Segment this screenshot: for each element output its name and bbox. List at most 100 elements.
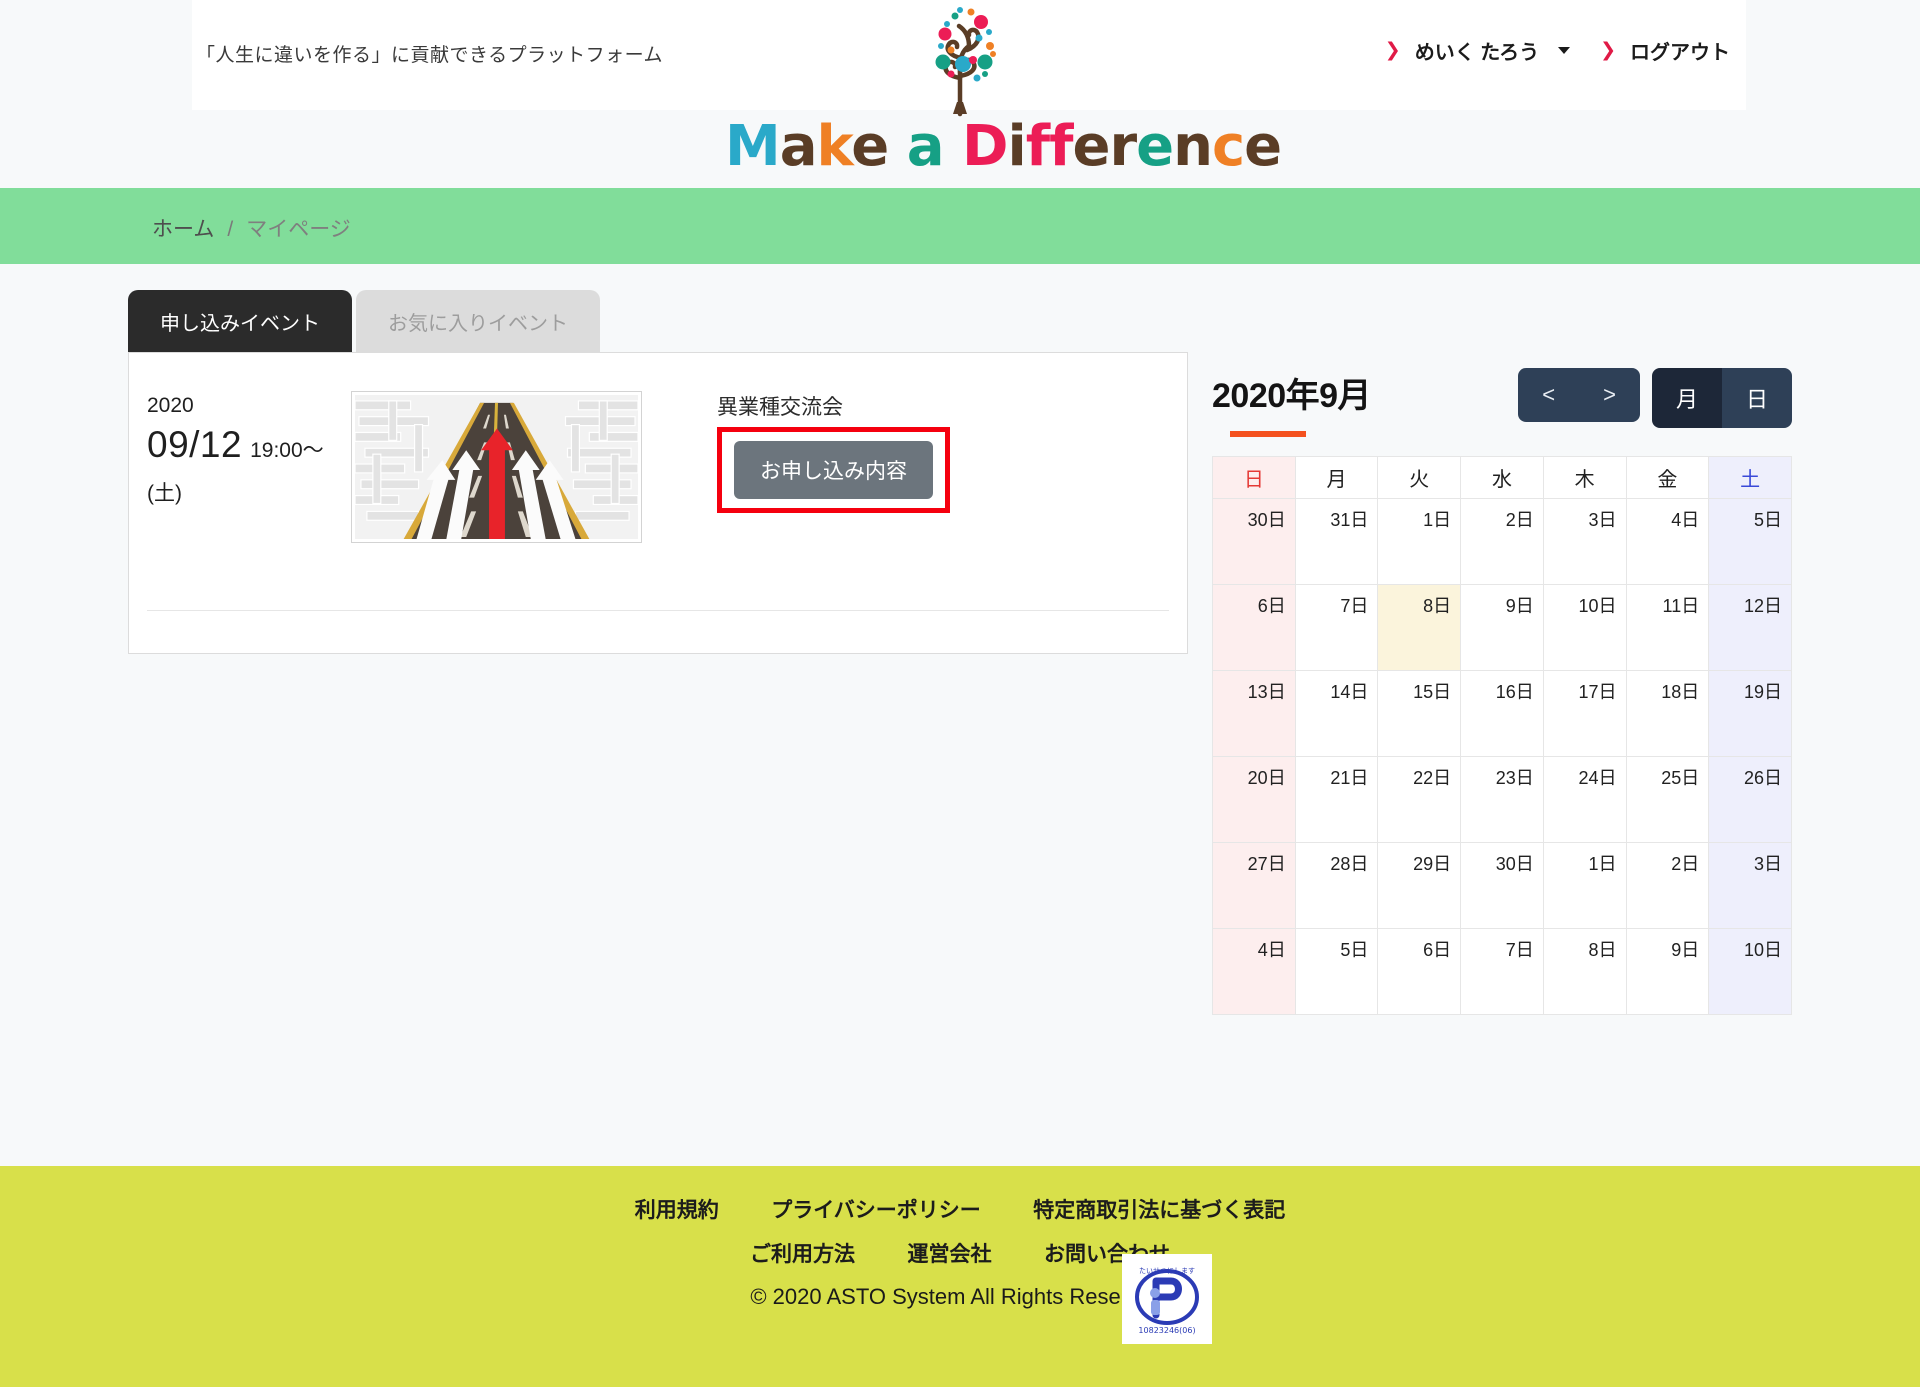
tree-logo-icon [935, 7, 996, 117]
calendar-prev-button[interactable]: < [1518, 368, 1579, 422]
event-list-item: 2020 09/12 19:00〜 (土) 異業種交流会 お申し込み内容 [129, 353, 1187, 593]
calendar-day-cell[interactable]: 2日 [1625, 842, 1710, 929]
calendar-day-cell[interactable]: 29日 [1377, 842, 1462, 929]
event-date-block: 2020 09/12 19:00〜 (土) [147, 395, 377, 507]
breadcrumb-separator: / [227, 218, 234, 241]
calendar-day-cell[interactable]: 2日 [1460, 498, 1544, 585]
calendar-weekday-row: 日 月 火 水 木 金 土 [1212, 456, 1792, 499]
calendar-day-cell[interactable]: 19日 [1708, 670, 1792, 757]
calendar-week-row: 4日 5日 6日 7日 8日 9日 10日 [1212, 928, 1792, 1015]
calendar-day-cell[interactable]: 9日 [1460, 584, 1544, 671]
calendar-header: 2020年9月 < > 月 日 [1212, 368, 1792, 456]
breadcrumb-item-home[interactable]: ホーム [152, 213, 214, 243]
calendar-day-cell[interactable]: 9日 [1625, 928, 1710, 1015]
calendar-week-row: 27日 28日 29日 30日 1日 2日 3日 [1212, 842, 1792, 929]
calendar-day-cell[interactable]: 7日 [1294, 584, 1379, 671]
calendar-day-cell[interactable]: 4日 [1625, 498, 1710, 585]
footer-link-commercial-transactions[interactable]: 特定商取引法に基づく表記 [1033, 1194, 1285, 1224]
calendar-day-cell[interactable]: 6日 [1212, 584, 1296, 671]
tab-favorite-events[interactable]: お気に入りイベント [356, 290, 600, 352]
chevron-down-icon [1558, 47, 1571, 54]
weekday-fri: 金 [1625, 456, 1710, 499]
weekday-sun: 日 [1212, 456, 1296, 499]
calendar-view-month-button[interactable]: 月 [1651, 368, 1722, 428]
panel-divider [147, 610, 1169, 611]
calendar-next-button[interactable]: > [1579, 368, 1640, 422]
calendar-day-cell[interactable]: 5日 [1294, 928, 1379, 1015]
application-details-button[interactable]: お申し込み内容 [734, 441, 933, 499]
highlight-box: お申し込み内容 [717, 427, 950, 513]
footer-link-company[interactable]: 運営会社 [908, 1238, 992, 1268]
calendar-day-cell[interactable]: 1日 [1377, 498, 1462, 585]
privacy-mark-number: 10823246(06) [1138, 1326, 1195, 1335]
site-footer: 利用規約 プライバシーポリシー 特定商取引法に基づく表記 ご利用方法 運営会社 … [0, 1166, 1920, 1387]
site-tagline: 「人生に違いを作る」に貢献できるプラットフォーム [196, 45, 664, 66]
calendar-day-cell[interactable]: 6日 [1377, 928, 1462, 1015]
event-thumbnail[interactable] [351, 391, 642, 543]
calendar-day-cell[interactable]: 22日 [1377, 756, 1462, 843]
calendar-day-cell[interactable]: 25日 [1625, 756, 1710, 843]
event-year: 2020 [147, 394, 194, 417]
calendar-day-cell[interactable]: 20日 [1212, 756, 1296, 843]
calendar-table: 日 月 火 水 木 金 土 30日 31日 1日 2日 3日 4日 5日 6日 7日 8日 9日 10… [1212, 456, 1792, 1015]
footer-link-terms[interactable]: 利用規約 [635, 1194, 719, 1224]
calendar-day-cell[interactable]: 21日 [1294, 756, 1379, 843]
calendar-day-cell[interactable]: 18日 [1625, 670, 1710, 757]
weekday-wed: 水 [1460, 456, 1544, 499]
calendar-day-cell[interactable]: 3日 [1708, 842, 1792, 929]
event-title: 異業種交流会 [717, 396, 843, 419]
calendar-title-underline [1230, 431, 1306, 437]
calendar-day-cell[interactable]: 15日 [1377, 670, 1462, 757]
weekday-mon: 月 [1294, 456, 1379, 499]
calendar-day-cell[interactable]: 14日 [1294, 670, 1379, 757]
calendar-day-cell[interactable]: 11日 [1625, 584, 1710, 671]
calendar-day-cell[interactable]: 7日 [1460, 928, 1544, 1015]
calendar-week-row: 6日 7日 8日 9日 10日 11日 12日 [1212, 584, 1792, 671]
breadcrumb: ホーム / マイページ [152, 213, 351, 243]
calendar-day-cell[interactable]: 10日 [1708, 928, 1792, 1015]
privacy-mark-badge[interactable]: たいせつにします 10823246(06) [1122, 1254, 1212, 1344]
calendar-day-cell[interactable]: 27日 [1212, 842, 1296, 929]
calendar-day-cell[interactable]: 17日 [1542, 670, 1627, 757]
calendar-day-cell[interactable]: 24日 [1542, 756, 1627, 843]
applied-events-panel: 2020 09/12 19:00〜 (土) 異業種交流会 お申し込み内容 [128, 352, 1188, 654]
calendar-day-cell[interactable]: 13日 [1212, 670, 1296, 757]
user-menu-item[interactable]: ❯ めいく たろう [1384, 36, 1571, 65]
footer-links-row-1: 利用規約 プライバシーポリシー 特定商取引法に基づく表記 [0, 1194, 1920, 1224]
tab-applied-events[interactable]: 申し込みイベント [128, 290, 352, 352]
calendar-day-cell[interactable]: 5日 [1708, 498, 1792, 585]
site-logo[interactable]: Make a Difference [725, 6, 1282, 186]
copyright-text: © 2020 ASTO System All Rights Reserved. [750, 1284, 1170, 1309]
calendar-body: 30日 31日 1日 2日 3日 4日 5日 6日 7日 8日 9日 10日 11日 12日 13日 14日 1… [1212, 498, 1792, 1015]
weekday-tue: 火 [1377, 456, 1462, 499]
event-day-of-week: (土) [147, 481, 182, 505]
logout-link[interactable]: ❯ ログアウト [1600, 36, 1730, 65]
footer-link-how-to-use[interactable]: ご利用方法 [750, 1238, 855, 1268]
calendar-day-cell[interactable]: 16日 [1460, 670, 1544, 757]
calendar-nav-group: < > [1518, 368, 1640, 422]
calendar-day-cell[interactable]: 28日 [1294, 842, 1379, 929]
calendar-day-cell[interactable]: 8日 [1542, 928, 1627, 1015]
calendar-view-day-button[interactable]: 日 [1721, 368, 1792, 428]
footer-bottom: © 2020 ASTO System All Rights Reserved. … [0, 1254, 1920, 1344]
calendar-day-cell[interactable]: 4日 [1212, 928, 1296, 1015]
breadcrumb-item-mypage: マイページ [246, 218, 351, 241]
calendar-day-cell[interactable]: 31日 [1294, 498, 1379, 585]
calendar-day-cell[interactable]: 1日 [1542, 842, 1627, 929]
privacy-mark-icon: たいせつにします 10823246(06) [1135, 1267, 1199, 1335]
calendar-day-cell[interactable]: 26日 [1708, 756, 1792, 843]
footer-link-privacy-policy[interactable]: プライバシーポリシー [771, 1194, 981, 1224]
calendar-day-cell[interactable]: 3日 [1542, 498, 1627, 585]
event-tabs: 申し込みイベント お気に入りイベント [128, 290, 600, 352]
calendar-view-toggle: 月 日 [1651, 368, 1792, 428]
chevron-right-icon: ❯ [1384, 40, 1401, 61]
user-name-label: めいく たろう [1414, 42, 1540, 64]
calendar-day-cell[interactable]: 30日 [1212, 498, 1296, 585]
calendar-day-cell[interactable]: 30日 [1460, 842, 1544, 929]
calendar-day-cell[interactable]: 12日 [1708, 584, 1792, 671]
road-arrows-maze-icon [355, 395, 638, 539]
calendar-day-cell[interactable]: 10日 [1542, 584, 1627, 671]
calendar-day-cell[interactable]: 23日 [1460, 756, 1544, 843]
svg-text:たいせつにします: たいせつにします [1139, 1267, 1195, 1275]
calendar-day-cell[interactable]: 8日 [1377, 584, 1462, 671]
